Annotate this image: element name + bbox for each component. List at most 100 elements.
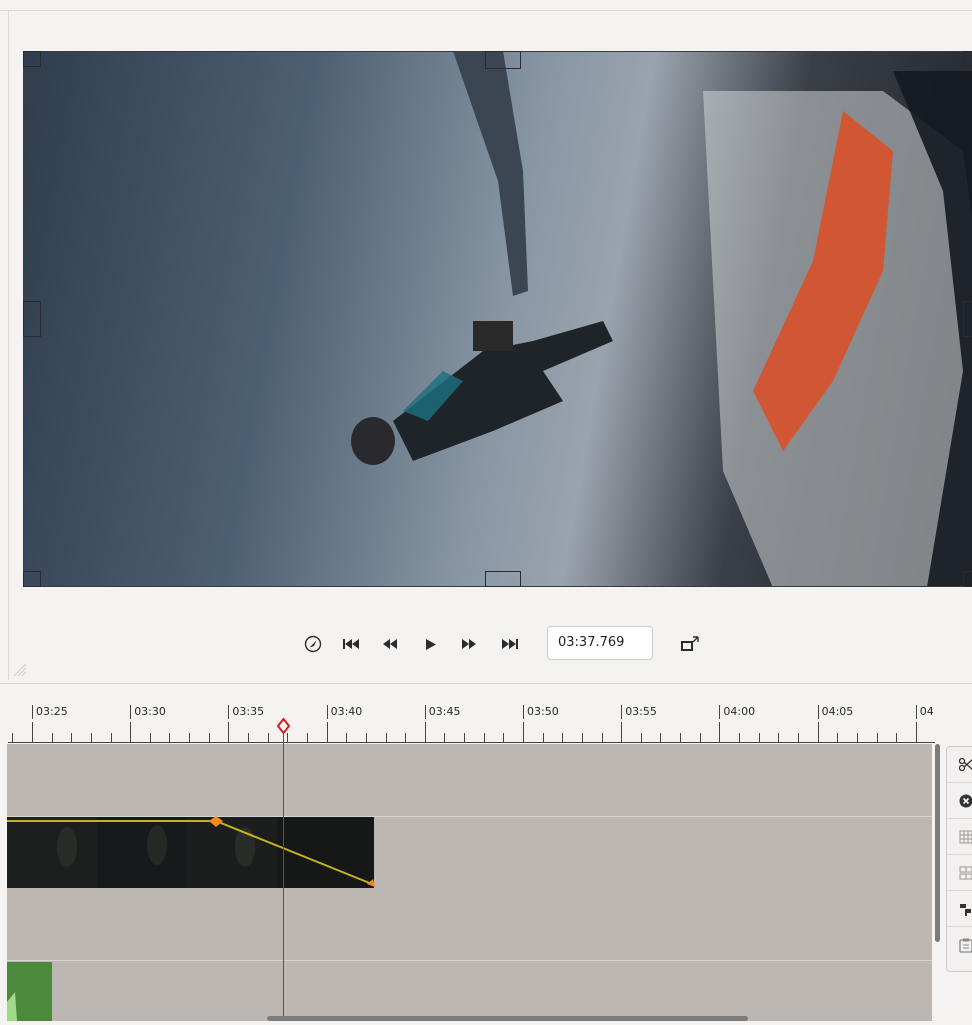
ruler-tick bbox=[268, 733, 269, 742]
paste-attributes-icon bbox=[959, 938, 972, 953]
ruler-label: 04:00 bbox=[719, 705, 755, 719]
ruler-tick bbox=[582, 733, 583, 742]
ruler-tick bbox=[287, 733, 288, 742]
ruler-tick bbox=[386, 733, 387, 742]
ruler-label: 03:35 bbox=[228, 705, 264, 719]
ruler-tick bbox=[228, 722, 229, 742]
timecode-field[interactable]: 03:37.769 bbox=[547, 626, 653, 660]
ruler-tick bbox=[621, 722, 622, 742]
transform-handle-left[interactable] bbox=[23, 301, 41, 337]
ruler-label: 03:55 bbox=[621, 705, 657, 719]
panel-top-border bbox=[0, 10, 972, 11]
keyframe-marker bbox=[367, 879, 375, 887]
group-clips-icon bbox=[959, 830, 972, 844]
panel-left-border bbox=[8, 10, 9, 680]
ruler-tick bbox=[307, 733, 308, 742]
ruler-tick bbox=[32, 722, 33, 742]
keyframe-marker bbox=[209, 816, 223, 827]
group-clips-button[interactable] bbox=[947, 819, 972, 855]
ruler-tick bbox=[543, 733, 544, 742]
ruler-tick bbox=[150, 733, 151, 742]
ruler-tick bbox=[346, 733, 347, 742]
ruler-tick bbox=[778, 733, 779, 742]
safe-area-button[interactable] bbox=[302, 632, 324, 656]
detach-viewer-icon bbox=[681, 636, 699, 652]
video-frame-mast bbox=[453, 51, 573, 311]
transform-handle-bottom-left[interactable] bbox=[23, 571, 41, 587]
ruler-tick bbox=[248, 733, 249, 742]
video-viewer[interactable] bbox=[23, 51, 972, 587]
step-back-button[interactable] bbox=[379, 632, 401, 656]
transform-handle-top-left[interactable] bbox=[23, 51, 41, 67]
align-clips-button[interactable] bbox=[947, 891, 972, 927]
ungroup-clips-button[interactable] bbox=[947, 855, 972, 891]
ruler-tick bbox=[12, 733, 13, 742]
transform-handle-top-right[interactable] bbox=[963, 51, 972, 67]
timeline-tool-strip bbox=[946, 746, 972, 972]
remove-clip-button[interactable] bbox=[947, 783, 972, 819]
viewer-timeline-divider bbox=[0, 683, 972, 684]
go-to-end-button[interactable] bbox=[499, 632, 521, 656]
ruler-label: 03:30 bbox=[130, 705, 166, 719]
ruler-tick bbox=[857, 733, 858, 742]
ruler-tick bbox=[91, 733, 92, 742]
split-clip-button[interactable] bbox=[947, 747, 972, 783]
ruler-label: 03:50 bbox=[523, 705, 559, 719]
ruler-tick bbox=[896, 733, 897, 742]
transform-handle-bottom-right[interactable] bbox=[963, 571, 972, 587]
timeline-vertical-scrollbar[interactable] bbox=[935, 744, 940, 942]
video-frame-sail bbox=[663, 71, 972, 587]
paste-attributes-button[interactable] bbox=[947, 927, 972, 963]
ruler-tick bbox=[818, 722, 819, 742]
ruler-label: 03:40 bbox=[327, 705, 363, 719]
ruler-label: 03:25 bbox=[32, 705, 68, 719]
ruler-tick bbox=[680, 733, 681, 742]
ruler-tick bbox=[837, 733, 838, 742]
timeline-horizontal-scrollbar[interactable] bbox=[267, 1016, 748, 1021]
ungroup-clips-icon bbox=[959, 866, 972, 880]
step-forward-icon bbox=[462, 639, 476, 649]
step-back-icon bbox=[383, 639, 397, 649]
ruler-tick bbox=[425, 722, 426, 742]
ruler-tick bbox=[405, 733, 406, 742]
transform-handle-bottom[interactable] bbox=[485, 571, 521, 587]
resize-grip-icon[interactable] bbox=[12, 662, 28, 678]
ruler-label: 03:45 bbox=[425, 705, 461, 719]
playhead-marker-icon[interactable] bbox=[277, 718, 290, 734]
green-clip-thumbnail bbox=[7, 962, 52, 1021]
ruler-tick bbox=[602, 733, 603, 742]
step-forward-button[interactable] bbox=[458, 632, 480, 656]
ruler-tick bbox=[464, 733, 465, 742]
ruler-tick bbox=[130, 722, 131, 742]
ruler-tick bbox=[169, 733, 170, 742]
safe-area-icon bbox=[304, 635, 322, 653]
ruler-tick bbox=[209, 733, 210, 742]
ruler-tick bbox=[562, 733, 563, 742]
ruler-tick bbox=[641, 733, 642, 742]
ruler-tick bbox=[503, 733, 504, 742]
align-clips-icon bbox=[959, 902, 972, 916]
go-to-start-button[interactable] bbox=[340, 632, 362, 656]
playhead-line[interactable] bbox=[283, 730, 284, 1021]
track-divider bbox=[7, 960, 932, 961]
keyframe-curve[interactable] bbox=[7, 812, 379, 892]
transform-handle-right[interactable] bbox=[963, 301, 972, 337]
split-clip-icon bbox=[959, 758, 972, 772]
go-to-start-icon bbox=[343, 639, 359, 649]
detach-viewer-button[interactable] bbox=[679, 632, 701, 656]
ruler-label: 04 bbox=[916, 705, 934, 719]
ruler-tick bbox=[739, 733, 740, 742]
timeline-ruler[interactable]: 03:25 03:30 03:35 03:40 03:45 03:50 03:55 04:00… bbox=[0, 700, 935, 744]
ruler-baseline bbox=[8, 742, 935, 743]
ruler-tick bbox=[327, 722, 328, 742]
ruler-tick bbox=[798, 733, 799, 742]
play-button[interactable] bbox=[420, 632, 442, 656]
transform-handle-top[interactable] bbox=[485, 51, 521, 69]
ruler-tick bbox=[484, 733, 485, 742]
ruler-tick bbox=[877, 733, 878, 742]
ruler-tick bbox=[523, 722, 524, 742]
green-clip[interactable] bbox=[7, 962, 52, 1021]
ruler-tick bbox=[916, 722, 917, 742]
transport-bar: 03:37.769 bbox=[0, 626, 972, 662]
ruler-tick bbox=[660, 733, 661, 742]
